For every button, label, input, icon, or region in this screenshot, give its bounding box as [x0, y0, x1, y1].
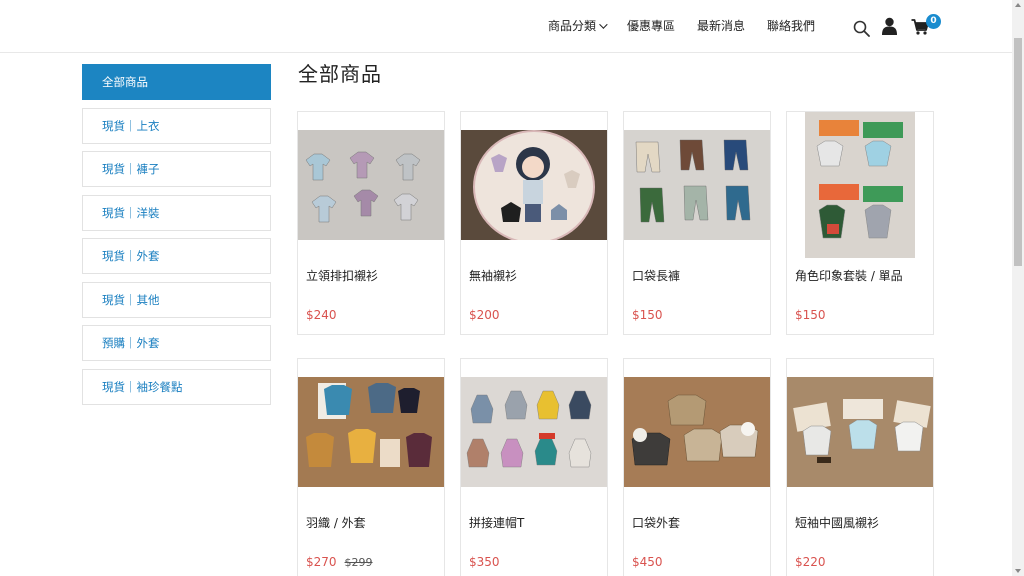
nav-item-news[interactable]: 最新消息: [697, 17, 745, 34]
sidebar-item-preorder-jackets[interactable]: 預購｜外套: [82, 325, 271, 361]
product-name: 短袖中國風襯衫: [795, 516, 880, 530]
product-name: 立領排扣襯衫: [306, 269, 379, 283]
product-image[interactable]: [461, 377, 607, 487]
site-header: 商品分類 優惠專區 最新消息 聯絡我們 0: [0, 0, 1012, 53]
product-image[interactable]: [624, 130, 770, 240]
nav-label: 聯絡我們: [767, 19, 816, 33]
sidebar-item-all[interactable]: 全部商品: [82, 64, 271, 100]
product-price: $350: [469, 555, 500, 569]
scroll-up-arrow-icon[interactable]: [1015, 3, 1021, 7]
scroll-down-arrow-icon[interactable]: [1015, 569, 1021, 573]
scroll-thumb[interactable]: [1014, 38, 1022, 266]
product-card[interactable]: 拼接連帽T $350: [460, 358, 608, 576]
product-card[interactable]: 羽織 / 外套 $270 $299: [297, 358, 445, 576]
nav-label: 優惠專區: [627, 19, 676, 33]
search-icon[interactable]: [853, 20, 870, 37]
nav-item-promotions[interactable]: 優惠專區: [627, 17, 675, 34]
product-card[interactable]: 短袖中國風襯衫 $220: [786, 358, 934, 576]
category-sidebar: 全部商品 現貨｜上衣 現貨｜褲子 現貨｜洋裝 現貨｜外套 現貨｜其他 預購｜外套…: [82, 64, 271, 412]
chevron-down-icon: [599, 19, 608, 29]
product-card[interactable]: 無袖襯衫 $200: [460, 111, 608, 335]
product-name: 拼接連帽T: [469, 516, 525, 530]
sidebar-item-others[interactable]: 現貨｜其他: [82, 281, 271, 318]
product-image[interactable]: [805, 112, 915, 258]
product-price: $200: [469, 308, 500, 322]
product-name: 羽織 / 外套: [306, 516, 366, 530]
page: 商品分類 優惠專區 最新消息 聯絡我們 0 全部商品 現貨｜上衣 現貨｜褲子 現…: [0, 0, 1024, 576]
sidebar-item-pants[interactable]: 現貨｜褲子: [82, 151, 271, 187]
nav-item-categories[interactable]: 商品分類: [548, 17, 608, 34]
page-title: 全部商品: [298, 62, 382, 86]
product-image[interactable]: [787, 377, 933, 487]
sidebar-item-dresses[interactable]: 現貨｜洋裝: [82, 194, 271, 231]
product-name: 無袖襯衫: [469, 269, 518, 283]
page-scrollbar[interactable]: [1012, 0, 1024, 576]
product-card[interactable]: 口袋外套 $450: [623, 358, 771, 576]
main-nav: 商品分類 優惠專區 最新消息 聯絡我們: [548, 17, 815, 34]
product-price: $450: [632, 555, 663, 569]
nav-item-contact[interactable]: 聯絡我們: [767, 17, 815, 34]
user-icon[interactable]: [881, 17, 898, 35]
product-card[interactable]: 口袋長褲 $150: [623, 111, 771, 335]
product-card[interactable]: 角色印象套裝 / 單品 $150: [786, 111, 934, 335]
sidebar-item-jackets[interactable]: 現貨｜外套: [82, 238, 271, 274]
nav-label: 商品分類: [548, 19, 597, 33]
product-name: 角色印象套裝 / 單品: [795, 269, 903, 283]
nav-label: 最新消息: [697, 19, 746, 33]
product-price: $240: [306, 308, 337, 322]
product-image[interactable]: [461, 130, 607, 240]
product-name: 口袋外套: [632, 516, 681, 530]
cart-count-badge: 0: [926, 14, 941, 29]
product-card[interactable]: 立領排扣襯衫 $240: [297, 111, 445, 335]
product-price: $150: [632, 308, 663, 322]
sidebar-item-tops[interactable]: 現貨｜上衣: [82, 107, 271, 144]
product-image[interactable]: [298, 377, 444, 487]
product-name: 口袋長褲: [632, 269, 681, 283]
product-image[interactable]: [298, 130, 444, 240]
product-price: $220: [795, 555, 826, 569]
product-image[interactable]: [624, 377, 770, 487]
product-price: $270 $299: [306, 555, 373, 569]
product-price: $150: [795, 308, 826, 322]
sidebar-item-miniature-food[interactable]: 現貨｜袖珍餐點: [82, 368, 271, 405]
original-price: $299: [344, 556, 373, 569]
